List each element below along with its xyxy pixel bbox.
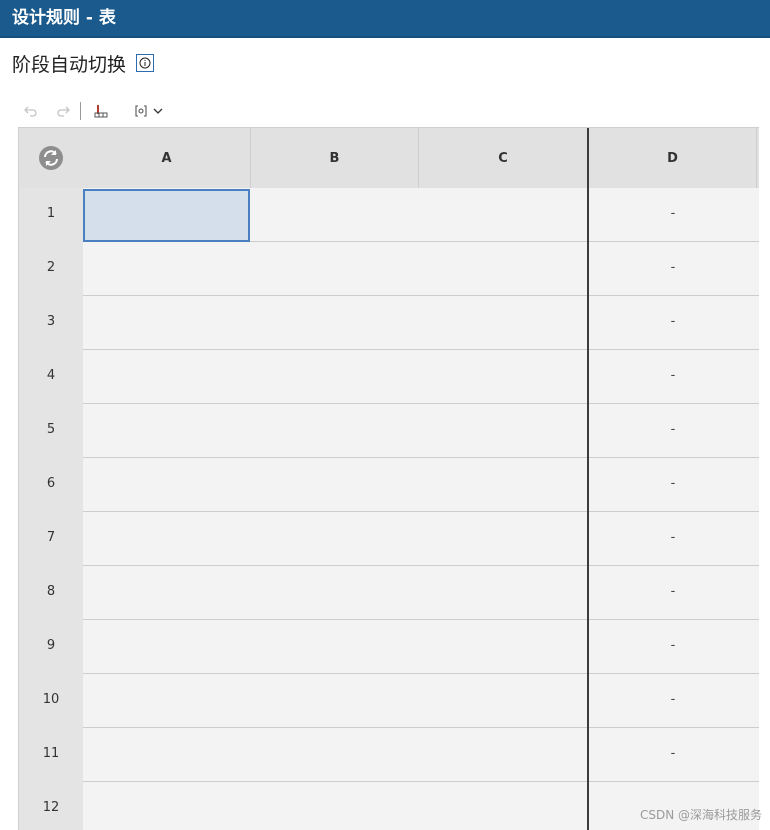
undo-icon[interactable] <box>20 100 42 122</box>
column-header-b[interactable]: B <box>251 128 419 188</box>
window-title: 设计规则 - 表 <box>0 0 770 38</box>
row-number[interactable]: 9 <box>19 620 83 674</box>
cell-d[interactable]: - <box>589 674 757 728</box>
page-title: 阶段自动切换 <box>12 53 127 76</box>
toolbar-divider <box>80 102 81 120</box>
formula-icon[interactable] <box>131 100 151 122</box>
row-number[interactable]: 1 <box>19 188 83 242</box>
table-row: 10 - <box>19 674 759 728</box>
cell-d[interactable]: - <box>589 728 757 782</box>
selected-cell-a1[interactable] <box>83 189 250 242</box>
table-row: 6 - <box>19 458 759 512</box>
cell-d[interactable]: - <box>589 296 757 350</box>
row-number[interactable]: 11 <box>19 728 83 782</box>
cell-d[interactable]: - <box>589 566 757 620</box>
table-row: 4 - <box>19 350 759 404</box>
row-number[interactable]: 12 <box>19 782 83 830</box>
cell-d[interactable]: - <box>589 620 757 674</box>
table-row: 11 - <box>19 728 759 782</box>
column-header-c[interactable]: C <box>419 128 587 188</box>
info-icon[interactable] <box>136 54 155 72</box>
table-tool-icon[interactable] <box>91 100 111 122</box>
row-number[interactable]: 4 <box>19 350 83 404</box>
column-header-a[interactable]: A <box>83 128 251 188</box>
table-row: 3 - <box>19 296 759 350</box>
toolbar <box>20 100 165 122</box>
table-row: 2 - <box>19 242 759 296</box>
row-number[interactable]: 5 <box>19 404 83 458</box>
cell-d[interactable]: - <box>589 242 757 296</box>
cell-d[interactable]: - <box>589 404 757 458</box>
cell-d[interactable]: - <box>589 512 757 566</box>
table-row: 9 - <box>19 620 759 674</box>
watermark: CSDN @深海科技服务 <box>639 808 762 822</box>
frozen-column-divider <box>587 128 589 830</box>
row-number[interactable]: 8 <box>19 566 83 620</box>
table-row: 5 - <box>19 404 759 458</box>
cell-d[interactable]: - <box>589 458 757 512</box>
table-row: 7 - <box>19 512 759 566</box>
row-number[interactable]: 10 <box>19 674 83 728</box>
heading-row: 阶段自动切换 <box>12 50 155 76</box>
row-number[interactable]: 2 <box>19 242 83 296</box>
row-number[interactable]: 7 <box>19 512 83 566</box>
cell-d[interactable]: - <box>589 188 757 242</box>
cell-d[interactable]: - <box>589 350 757 404</box>
column-header-d[interactable]: D <box>589 128 757 188</box>
table-header: A B C D <box>19 128 759 188</box>
chevron-down-icon[interactable] <box>151 100 165 122</box>
rules-table: A B C D 1 - 2 - 3 - 4 - 5 - 6 - 7 - 8 - … <box>18 127 759 830</box>
redo-icon[interactable] <box>50 100 76 122</box>
row-number[interactable]: 6 <box>19 458 83 512</box>
table-row: 8 - <box>19 566 759 620</box>
row-number[interactable]: 3 <box>19 296 83 350</box>
refresh-icon[interactable] <box>19 128 83 188</box>
